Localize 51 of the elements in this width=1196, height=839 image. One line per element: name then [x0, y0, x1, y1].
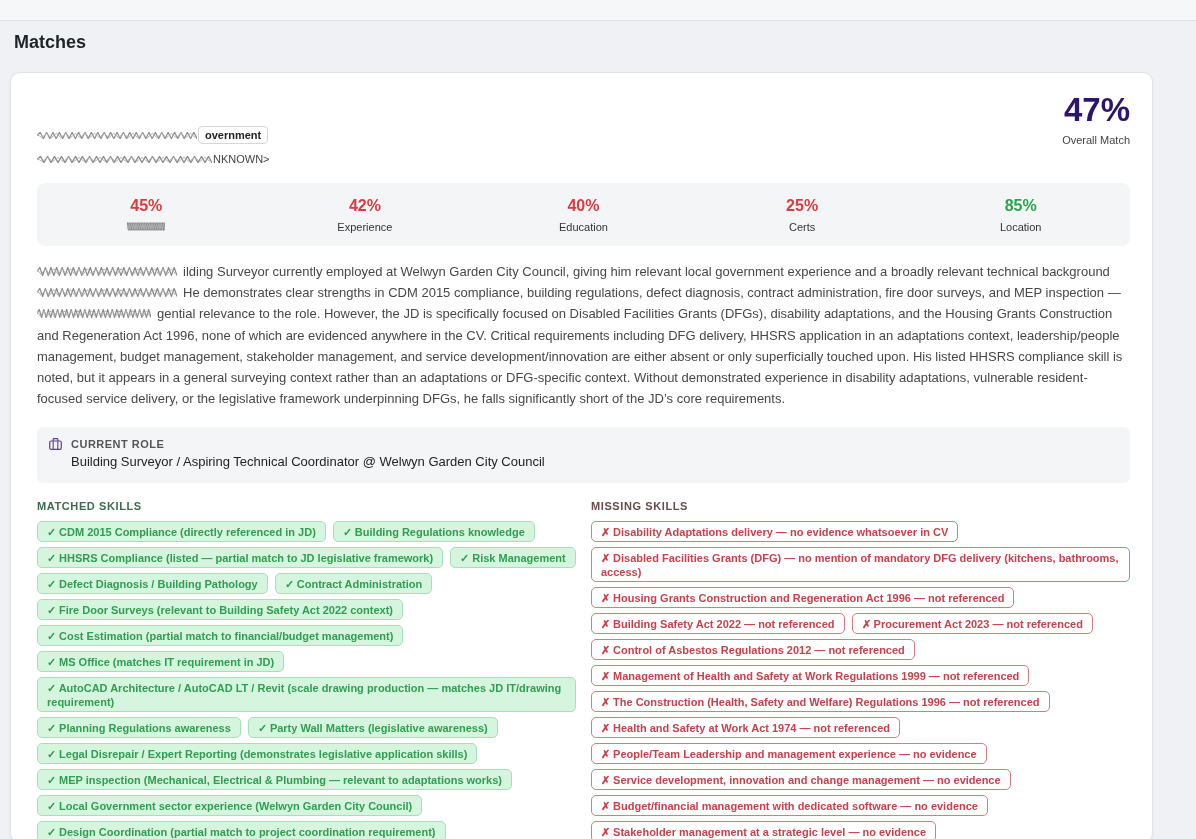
score-value: 85%	[1004, 196, 1037, 216]
missing-skill-tag: ✗ Service development, innovation and change management — no evidence	[591, 769, 1011, 791]
matched-skill-tag: ✓ Defect Diagnosis / Building Pathology	[37, 573, 268, 595]
missing-skill-tag: ✗ Health and Safety at Work Act 1974 — not referenced	[591, 717, 900, 739]
score-label: Certs	[788, 220, 816, 234]
missing-skill-tag: ✗ People/Team Leadership and management experience — no evidence	[591, 743, 987, 765]
overall-match-score: 47%	[1063, 91, 1130, 129]
matched-skill-tag: ✓ Design Coordination (partial match to project coordination requirement)	[37, 821, 446, 839]
missing-skill-tag: ✗ Building Safety Act 2022 — not referenced	[591, 613, 845, 635]
missing-skill-tag: ✗ Stakeholder management at a strategic level — no evidence	[591, 821, 937, 839]
missing-skill-tag: ✗ Disability Adaptations delivery — no evidence whatsoever in CV	[591, 521, 959, 543]
current-role-label: CURRENT ROLE	[71, 437, 166, 452]
summary-text: ilding Surveyor currently employed at Welwyn Garden City Council, giving him relevant local government experience and a broadly relevant technical background	[183, 264, 1110, 279]
matched-skill-tag: ✓ Contract Administration	[274, 573, 433, 595]
missing-skill-tag: ✗ Disabled Facilities Grants (DFG) — no mention of mandatory DFG delivery (kitchens, bathrooms, access)	[591, 547, 1130, 583]
missing-skill-tag: ✗ Management of Health and Safety at Work Regulations 1999 — not referenced	[591, 665, 1030, 687]
candidate-subtitle: NKNOWN>	[213, 152, 270, 166]
score-value: 25%	[786, 196, 819, 216]
overall-match-label: Overall Match	[1062, 133, 1130, 147]
missing-skill-tag: ✗ Budget/financial management with dedicated software — no evidence	[591, 795, 988, 817]
section-heading: MATCHED SKILLS	[37, 499, 143, 514]
matched-skill-tag: ✓ MS Office (matches IT requirement in JD)	[37, 651, 285, 673]
matched-skill-tag: ✓ MEP inspection (Mechanical, Electrical & Plumbing — relevant to adaptations works)	[37, 769, 512, 791]
organisation-tag: overnment	[198, 126, 269, 144]
score-label: Education	[559, 220, 608, 234]
matched-skill-tag: ✓ Cost Estimation (partial match to financial/budget management)	[37, 625, 404, 647]
briefcase-icon	[49, 438, 62, 451]
score-label: Location	[999, 220, 1042, 234]
missing-skill-tag: ✗ The Construction (Health, Safety and Welfare) Regulations 1996 — not referenced	[591, 691, 1050, 713]
matched-skill-tag: ✓ Party Wall Matters (legislative awareness)	[247, 717, 498, 739]
summary-text: He demonstrates clear strengths in CDM 2015 compliance, building regulations, defect diagnosis, contract administration, fire door surveys, and MEP inspection —	[183, 285, 1121, 301]
matched-skill-tag: ✓ HHSRS Compliance (listed — partial match to JD legislative framework)	[37, 547, 444, 569]
matched-skill-tag: ✓ Planning Regulations awareness	[37, 717, 241, 739]
section-heading: MISSING SKILLS	[591, 499, 690, 514]
page-title: Matches	[14, 31, 88, 53]
summary-text: gential relevance to the role. However, the JD is specifically focused on Disabled Facilities Grants (DFGs), disability adaptations, and the Housing Grants Construction and Regeneration Act 1996, none of which are evidenced anywhere in the CV. Critical requirements including DFG delivery, HHSRS application in an adaptations context, leadership/people management, budget management, stakeholder management, and service development/innovation are either absent or only superficially touched upon. His listed HHSRS compliance skill is noted, but it appears in a general surveying context rather than an adaptations or DFG-specific context. Without demonstrated experience in disability adaptations, vulnerable resident-focused service delivery, or the legislative framework underpinning DFGs, he falls significantly short of the JD’s core requirements.	[37, 306, 1123, 407]
matched-skill-tag: ✓ Fire Door Surveys (relevant to Building Safety Act 2022 context)	[37, 599, 403, 621]
missing-skill-tag: ✗ Housing Grants Construction and Regeneration Act 1996 — not referenced	[591, 587, 1015, 609]
matched-skill-tag: ✓ CDM 2015 Compliance (directly referenced in JD)	[37, 521, 326, 543]
matched-skill-tag: ✓ Legal Disrepair / Expert Reporting (demonstrates legislative application skills)	[37, 743, 478, 765]
missing-skill-tag: ✗ Procurement Act 2023 — not referenced	[851, 613, 1093, 635]
matched-skill-tag: ✓ AutoCAD Architecture / AutoCAD LT / Revit (scale drawing production — matches JD IT/drawing requirement)	[37, 677, 576, 713]
score-value: 42%	[348, 196, 381, 216]
matched-skill-tag: ✓ Building Regulations knowledge	[332, 521, 535, 543]
missing-skill-tag: ✗ Control of Asbestos Regulations 2012 — not referenced	[591, 639, 915, 661]
matched-skill-tag: ✓ Local Government sector experience (Welwyn Garden City Council)	[37, 795, 423, 817]
current-role-text: Building Surveyor / Aspiring Technical Coordinator @ Welwyn Garden City Council	[71, 453, 545, 472]
matched-skill-tag: ✓ Risk Management	[450, 547, 576, 569]
score-label: Experience	[337, 220, 393, 234]
score-value: 45%	[130, 196, 163, 216]
score-value: 40%	[567, 196, 600, 216]
